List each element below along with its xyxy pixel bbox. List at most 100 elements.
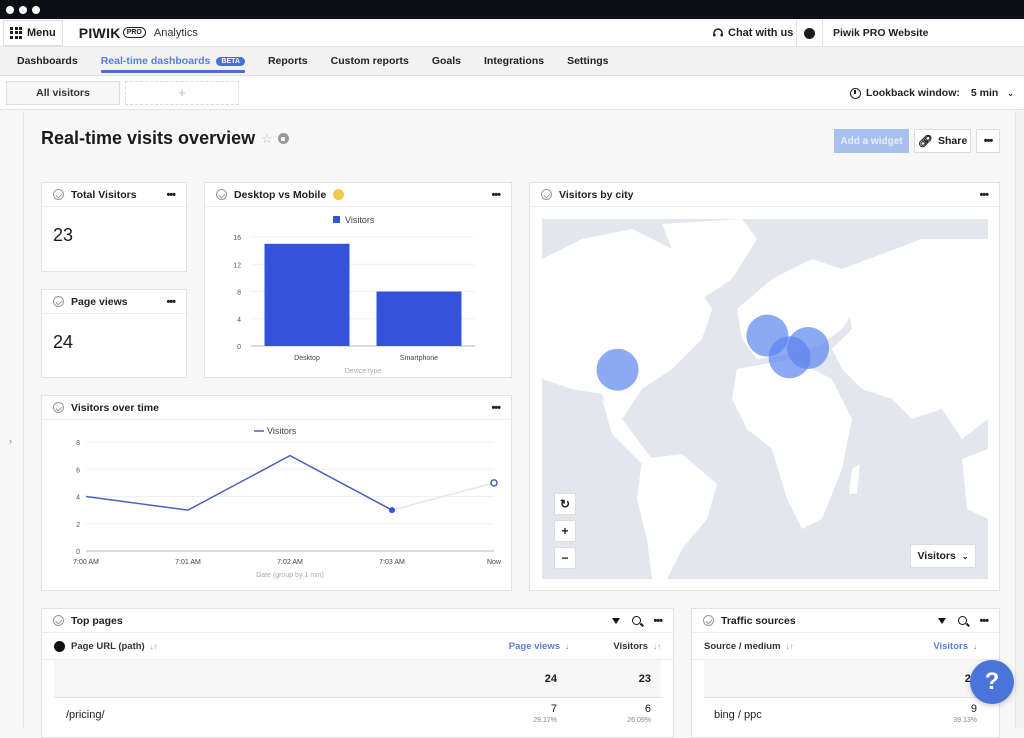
- piwik-logo[interactable]: PIWIK PRO Analytics: [79, 25, 198, 41]
- land-africa: [732, 359, 852, 529]
- map-reset-button[interactable]: ↻: [554, 493, 576, 515]
- chevron-down-icon: ⌄: [961, 551, 969, 561]
- website-selector[interactable]: Piwik PRO Website: [796, 19, 1024, 47]
- y-tick-label: 2: [76, 522, 80, 529]
- window-minimize-button[interactable]: [19, 5, 27, 14]
- share-label: Share: [938, 135, 968, 147]
- menu-button[interactable]: Menu: [3, 19, 63, 46]
- share-button[interactable]: 🔗︎ Share: [914, 129, 971, 153]
- sort-icon[interactable]: ↓↑: [786, 642, 794, 651]
- nav-label: Custom reports: [330, 55, 409, 67]
- total-visitors: 23: [638, 672, 651, 685]
- widget-menu-button[interactable]: •••: [653, 615, 663, 627]
- table-totals-row: 23: [704, 660, 987, 698]
- page-scrollbar[interactable]: [1015, 111, 1024, 728]
- favorite-star-icon[interactable]: ☆: [261, 131, 273, 147]
- lookback-value: 5 min: [970, 87, 999, 99]
- widget-menu-button[interactable]: •••: [166, 189, 176, 201]
- beta-badge: BETA: [216, 56, 245, 66]
- kpi-value: 23: [53, 225, 74, 245]
- map-metric-select[interactable]: Visitors ⌄: [910, 544, 976, 568]
- filter-icon[interactable]: [938, 617, 947, 624]
- y-tick-label: 0: [237, 344, 241, 351]
- column-header-visitors[interactable]: Visitors: [933, 641, 968, 652]
- x-axis-label: Date (group by 1 min): [256, 572, 324, 579]
- line-chart: Visitors 0 2 4 6 8 7:00 AM 7:01 AM 7:02 AM 7:03 A…: [73, 426, 502, 579]
- y-tick-label: 6: [76, 467, 80, 474]
- filter-icon[interactable]: [612, 617, 621, 624]
- column-header-page-views[interactable]: Page views: [509, 641, 560, 652]
- chevron-right-icon[interactable]: ›: [9, 436, 12, 446]
- window-close-button[interactable]: [6, 5, 14, 14]
- y-tick-label: 8: [237, 290, 241, 297]
- lookback-window-selector[interactable]: Lookback window: 5 min ⌄: [849, 76, 1014, 110]
- window-maximize-button[interactable]: [32, 5, 40, 14]
- nav-label: Integrations: [484, 55, 545, 67]
- row-page-views-pct: 29.17%: [533, 717, 557, 724]
- page-more-button[interactable]: •••: [976, 129, 1000, 153]
- widget-top-pages: Top pages ••• Page URL (path) ↓↑ Page vie…: [41, 608, 674, 738]
- check-circle-icon: [216, 189, 227, 200]
- x-tick-label: 7:00 AM: [73, 559, 99, 566]
- column-header-source-medium[interactable]: Source / medium: [704, 641, 781, 652]
- widget-page-views: Page views ••• 24: [41, 289, 187, 378]
- check-circle-icon: [703, 615, 714, 626]
- column-header-visitors[interactable]: Visitors: [613, 641, 648, 652]
- nav-reports[interactable]: Reports: [268, 47, 308, 75]
- headset-icon: [713, 28, 723, 37]
- nav-label: Settings: [567, 55, 609, 67]
- search-icon[interactable]: [632, 616, 642, 625]
- map-zoom-out-button[interactable]: −: [554, 547, 576, 569]
- map-metric-value: Visitors: [917, 550, 956, 562]
- lock-icon: [277, 133, 289, 144]
- widget-menu-button[interactable]: •••: [979, 189, 989, 201]
- data-point: [389, 507, 395, 514]
- source-medium[interactable]: bing / ppc: [704, 709, 762, 721]
- land-south-america: [637, 454, 717, 579]
- bar-smartphone: [376, 291, 462, 346]
- world-map[interactable]: ↻ + − Visitors ⌄: [542, 219, 988, 579]
- chat-with-us-button[interactable]: Chat with us: [712, 19, 793, 47]
- search-icon[interactable]: [958, 616, 968, 625]
- tab-all-visitors[interactable]: All visitors: [6, 80, 120, 105]
- widget-menu-button[interactable]: •••: [979, 615, 989, 627]
- nav-label: Goals: [431, 55, 461, 67]
- row-visitors: 9: [970, 703, 977, 715]
- nav-integrations[interactable]: Integrations: [484, 47, 544, 75]
- column-header-page-url[interactable]: Page URL (path): [71, 641, 145, 652]
- table-row[interactable]: bing / ppc 9 39.13%: [704, 698, 987, 732]
- nav-real-time-dashboards[interactable]: Real-time dashboards BETA: [100, 47, 246, 75]
- lightbulb-icon[interactable]: [333, 189, 345, 200]
- nav-settings[interactable]: Settings: [567, 47, 608, 75]
- widget-menu-button[interactable]: •••: [491, 402, 501, 414]
- kpi-value: 24: [53, 332, 74, 352]
- add-widget-button[interactable]: Add a widget: [834, 129, 909, 153]
- widget-menu-button[interactable]: •••: [166, 296, 176, 308]
- row-visitors-pct: 26.09%: [627, 717, 651, 724]
- sort-icon[interactable]: ↓↑: [653, 642, 661, 651]
- nav-custom-reports[interactable]: Custom reports: [331, 47, 409, 75]
- table-totals-row: 24 23: [54, 660, 661, 698]
- map-zoom-in-button[interactable]: +: [554, 520, 576, 542]
- page-title-wrap: Real-time visits overview ☆: [41, 128, 289, 149]
- page-path[interactable]: /pricing/: [54, 709, 105, 721]
- sort-desc-icon[interactable]: ↓: [973, 642, 977, 651]
- collapsed-sidebar[interactable]: ›: [0, 111, 24, 728]
- widget-title: Total Visitors: [71, 188, 137, 201]
- y-tick-label: 0: [76, 549, 80, 556]
- help-button[interactable]: ?: [970, 660, 1014, 704]
- widget-menu-button[interactable]: •••: [491, 189, 501, 201]
- bubble-eastern-europe: [787, 327, 830, 369]
- landmasses: [542, 219, 988, 579]
- table-row[interactable]: /pricing/ 7 29.17% 6 26.09%: [54, 698, 661, 732]
- add-tab-button[interactable]: +: [125, 80, 239, 105]
- nav-dashboards[interactable]: Dashboards: [17, 47, 78, 75]
- land-madagascar: [849, 464, 860, 494]
- nav-goals[interactable]: Goals: [432, 47, 461, 75]
- play-icon: [54, 640, 65, 652]
- nav-label: Dashboards: [17, 55, 78, 67]
- sort-icon[interactable]: ↓↑: [150, 642, 158, 651]
- x-tick-label: 7:01 AM: [175, 559, 201, 566]
- nav-label: Reports: [267, 55, 308, 67]
- legend-label: Visitors: [267, 426, 297, 436]
